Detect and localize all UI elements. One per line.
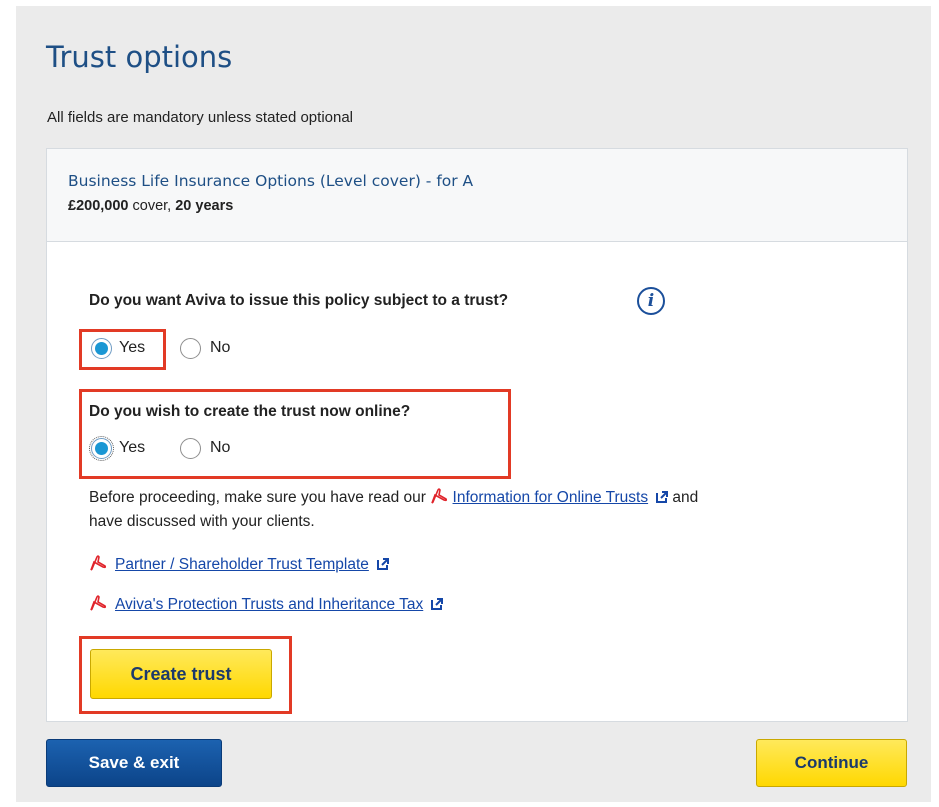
trust-no-label: No <box>210 339 231 356</box>
create-online-yes-radio[interactable] <box>89 436 114 461</box>
page-background: Trust options All fields are mandatory u… <box>16 6 931 802</box>
trust-question-label: Do you want Aviva to issue this policy s… <box>89 292 509 309</box>
trust-options-card: Business Life Insurance Options (Level c… <box>46 148 908 722</box>
product-name: Business Life Insurance Options (Level c… <box>68 172 474 190</box>
notice-text-before: Before proceeding, make sure you have re… <box>89 489 426 506</box>
cover-word: cover, <box>128 198 176 214</box>
partner-shareholder-trust-template-link[interactable]: Partner / Shareholder Trust Template <box>115 556 369 573</box>
cover-amount: £200,000 <box>68 198 129 214</box>
pdf-icon <box>90 555 107 571</box>
information-online-trusts-link[interactable]: Information for Online Trusts <box>453 489 649 506</box>
create-online-no-label: No <box>210 439 231 456</box>
protection-trusts-inheritance-tax-link[interactable]: Aviva's Protection Trusts and Inheritanc… <box>115 596 423 613</box>
info-icon[interactable]: i <box>637 287 665 315</box>
cover-summary: £200,000 cover, 20 years <box>68 198 233 214</box>
trust-yes-radio[interactable] <box>91 338 112 359</box>
page-title: Trust options <box>46 40 233 74</box>
pdf-icon <box>431 488 448 504</box>
pdf-icon <box>90 595 107 611</box>
product-summary: Business Life Insurance Options (Level c… <box>47 149 907 242</box>
create-online-yes-label: Yes <box>119 439 146 456</box>
trust-no-radio[interactable] <box>180 338 201 359</box>
external-link-icon <box>376 558 389 570</box>
notice-text-after: have discussed with your clients. <box>89 513 315 530</box>
notice-text-and: and <box>672 489 699 506</box>
online-trusts-notice: Before proceeding, make sure you have re… <box>89 486 889 534</box>
create-trust-button[interactable]: Create trust <box>90 649 272 699</box>
create-online-no-radio[interactable] <box>180 438 201 459</box>
trust-yes-label: Yes <box>119 339 146 356</box>
save-exit-button[interactable]: Save & exit <box>46 739 222 787</box>
create-online-question-label: Do you wish to create the trust now onli… <box>89 403 411 420</box>
trust-template-link-row: Partner / Shareholder Trust Template <box>89 554 389 574</box>
external-link-icon <box>431 598 444 610</box>
cover-term: 20 years <box>175 198 234 214</box>
protection-trusts-link-row: Aviva's Protection Trusts and Inheritanc… <box>89 594 444 614</box>
mandatory-fields-note: All fields are mandatory unless stated o… <box>47 109 354 126</box>
continue-button[interactable]: Continue <box>756 739 907 787</box>
external-link-icon <box>656 491 669 503</box>
